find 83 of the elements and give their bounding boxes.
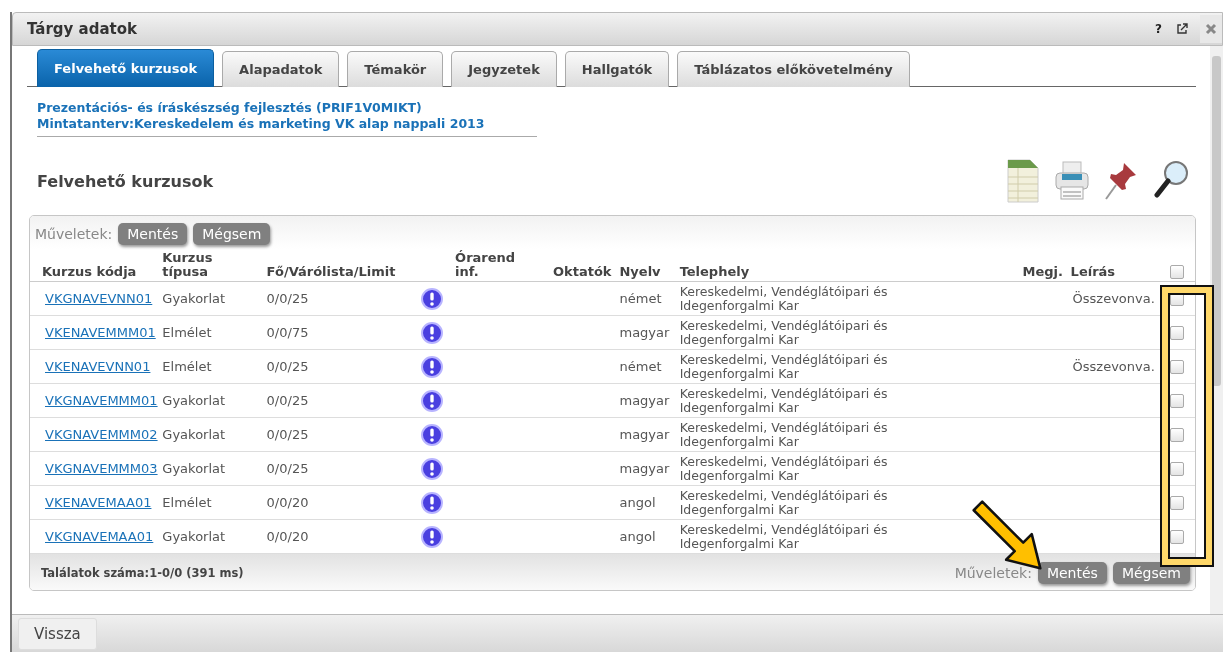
course-type: Gyakorlat [162, 460, 226, 476]
subject-link[interactable]: Prezentációs- és íráskészség fejlesztés (PRIF1V0MIKT) [37, 100, 537, 116]
enrollment-count: 0/0/25 [266, 393, 309, 408]
actions-label: Műveletek: [35, 226, 113, 242]
course-code-link[interactable]: VKENAVEVNN01 [45, 358, 151, 374]
column-header: Kurzus típusa [162, 251, 214, 279]
info-icon[interactable] [421, 423, 444, 446]
description: Összevonva. [1072, 290, 1155, 306]
course-type: Elmélet [162, 494, 212, 510]
site: Kereskedelmi, Vendéglátóipari és Idegenforgalmi Kar [679, 284, 889, 313]
toolbar-button[interactable]: Mentés [118, 223, 188, 245]
language: magyar [619, 392, 670, 408]
language: német [619, 358, 662, 374]
spreadsheet-icon[interactable] [1006, 159, 1040, 203]
subject-link[interactable]: Mintatanterv:Kereskedelem és marketing VK alap nappali 2013 [37, 116, 537, 132]
tab[interactable]: Témakör [347, 51, 444, 87]
course-code-link[interactable]: VKENAVEMAA01 [45, 494, 152, 510]
footer-button[interactable]: Mentés [1037, 562, 1107, 584]
column-header: Nyelv [619, 265, 661, 279]
info-icon[interactable] [421, 389, 444, 412]
enrollment-count: 0/0/20 [266, 529, 309, 544]
printer-icon[interactable] [1054, 159, 1090, 203]
column-header: Telephely [679, 265, 750, 279]
section-title: Felvehető kurzusok [37, 172, 214, 191]
column-header: Leírás [1070, 265, 1116, 279]
course-type: Gyakorlat [162, 426, 226, 442]
description: Összevonva. [1072, 358, 1155, 374]
back-button[interactable]: Vissza [18, 617, 97, 650]
language: magyar [619, 426, 670, 442]
enrollment-count: 0/0/20 [266, 495, 309, 510]
site: Kereskedelmi, Vendéglátóipari és Idegenforgalmi Kar [679, 522, 889, 551]
course-code-link[interactable]: VKGNAVEVNN01 [45, 290, 153, 306]
tab[interactable]: Alapadatok [222, 51, 340, 87]
course-code-link[interactable]: VKENAVEMMM01 [45, 324, 156, 340]
info-icon[interactable] [421, 355, 444, 378]
course-type: Elmélet [162, 358, 212, 374]
enrollment-count: 0/0/25 [266, 461, 309, 476]
select-all-checkbox[interactable] [1169, 265, 1184, 279]
course-type: Gyakorlat [162, 392, 226, 408]
close-icon [1205, 23, 1217, 35]
enrollment-count: 0/0/25 [266, 291, 309, 306]
close-button[interactable] [1200, 15, 1222, 43]
info-icon[interactable] [421, 457, 444, 480]
tab[interactable]: Hallgatók [564, 51, 670, 87]
help-button[interactable]: ? [1155, 22, 1162, 36]
info-icon[interactable] [421, 287, 444, 310]
enrollment-count: 0/0/25 [266, 359, 309, 374]
course-type: Gyakorlat [162, 290, 226, 306]
course-code-link[interactable]: VKGNAVEMAA01 [45, 528, 154, 544]
column-header: Oktatók [553, 265, 612, 279]
tab[interactable]: Táblázatos előkövetelmény [677, 51, 910, 87]
column-header: Kurzus kódja [42, 265, 137, 279]
column-header: Órarend inf. [455, 251, 517, 279]
tab[interactable]: Jegyzetek [451, 51, 557, 87]
popout-icon[interactable] [1176, 23, 1188, 35]
enrollment-count: 0/0/25 [266, 427, 309, 442]
site: Kereskedelmi, Vendéglátóipari és Idegenforgalmi Kar [679, 454, 889, 483]
language: angol [619, 494, 656, 510]
language: magyar [619, 460, 670, 476]
site: Kereskedelmi, Vendéglátóipari és Idegenforgalmi Kar [679, 352, 889, 381]
enrollment-count: 0/0/75 [266, 325, 309, 340]
course-code-link[interactable]: VKGNAVEMMM02 [45, 426, 158, 442]
site: Kereskedelmi, Vendéglátóipari és Idegenforgalmi Kar [679, 318, 889, 347]
results-count: Találatok száma:1-0/0 (391 ms) [41, 566, 244, 580]
course-code-link[interactable]: VKGNAVEMMM01 [45, 392, 158, 408]
course-type: Elmélet [162, 324, 212, 340]
info-icon[interactable] [421, 321, 444, 344]
info-icon[interactable] [421, 525, 444, 548]
site: Kereskedelmi, Vendéglátóipari és Idegenforgalmi Kar [679, 386, 889, 415]
course-code-link[interactable]: VKGNAVEMMM03 [45, 460, 158, 476]
language: német [619, 290, 662, 306]
site: Kereskedelmi, Vendéglátóipari és Idegenforgalmi Kar [679, 488, 889, 517]
site: Kereskedelmi, Vendéglátóipari és Idegenforgalmi Kar [679, 420, 889, 449]
toolbar-button[interactable]: Mégsem [193, 223, 271, 245]
language: magyar [619, 324, 670, 340]
tab[interactable]: Felvehető kurzusok [37, 49, 215, 87]
info-icon[interactable] [421, 491, 444, 514]
actions-label: Műveletek: [954, 565, 1032, 581]
course-type: Gyakorlat [162, 528, 226, 544]
language: angol [619, 528, 656, 544]
column-header: Fő/Várólista/Limit [266, 265, 396, 279]
column-header: Megj. [1022, 265, 1063, 279]
window-title: Tárgy adatok [27, 20, 138, 38]
